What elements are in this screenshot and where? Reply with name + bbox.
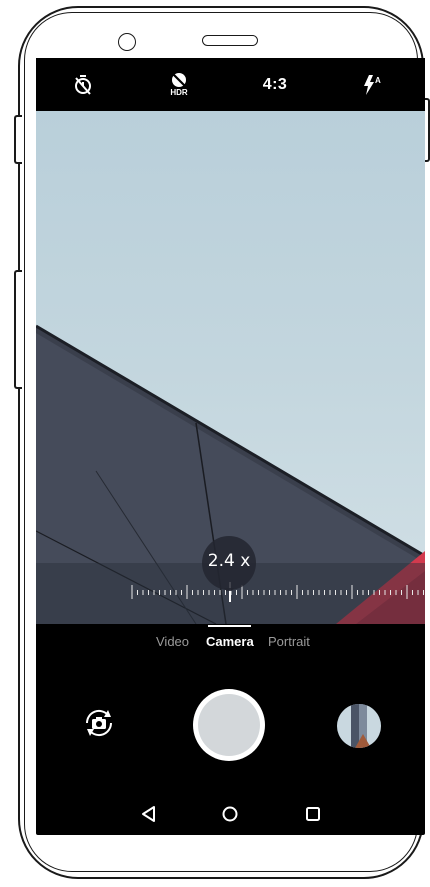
aspect-ratio-button[interactable]: 4:3 [250,58,300,111]
gallery-thumbnail [337,704,381,748]
viewfinder[interactable]: 2.4 x [36,111,425,624]
earpiece-speaker [202,35,258,46]
shutter-inner [198,694,260,756]
hdr-button[interactable]: HDR [164,58,194,111]
system-nav-bar [36,793,425,835]
switch-camera-button[interactable] [80,704,118,742]
flash-badge: A [375,76,381,85]
flash-button[interactable]: A [360,58,386,111]
camera-top-bar: HDR 4:3 A [36,58,425,111]
hdr-label: HDR [170,88,188,97]
hdr-off-icon [172,73,186,87]
active-mode-indicator [208,625,251,627]
mode-camera[interactable]: Camera [206,634,254,649]
gallery-thumbnail-button[interactable] [337,704,381,748]
recents-button[interactable] [300,801,326,827]
back-triangle-icon [142,806,155,822]
timer-off-icon [75,74,91,95]
flash-auto-icon: A [364,74,381,95]
recents-square-icon [306,807,320,821]
back-button[interactable] [136,801,162,827]
home-button[interactable] [217,801,243,827]
mode-portrait[interactable]: Portrait [268,634,310,649]
front-camera [118,33,136,51]
timer-button[interactable] [70,58,96,111]
zoom-level-label: 2.4 x [207,551,251,571]
volume-down-key [14,270,22,389]
home-circle-icon [222,806,238,822]
camera-screen: HDR 4:3 A 2.4 x Video Camera Portrait [36,58,425,835]
mode-video[interactable]: Video [156,634,189,649]
mode-selector: Video Camera Portrait [36,624,425,664]
shutter-button[interactable] [193,689,265,761]
volume-up-key [14,115,22,164]
switch-camera-icon [85,709,113,737]
